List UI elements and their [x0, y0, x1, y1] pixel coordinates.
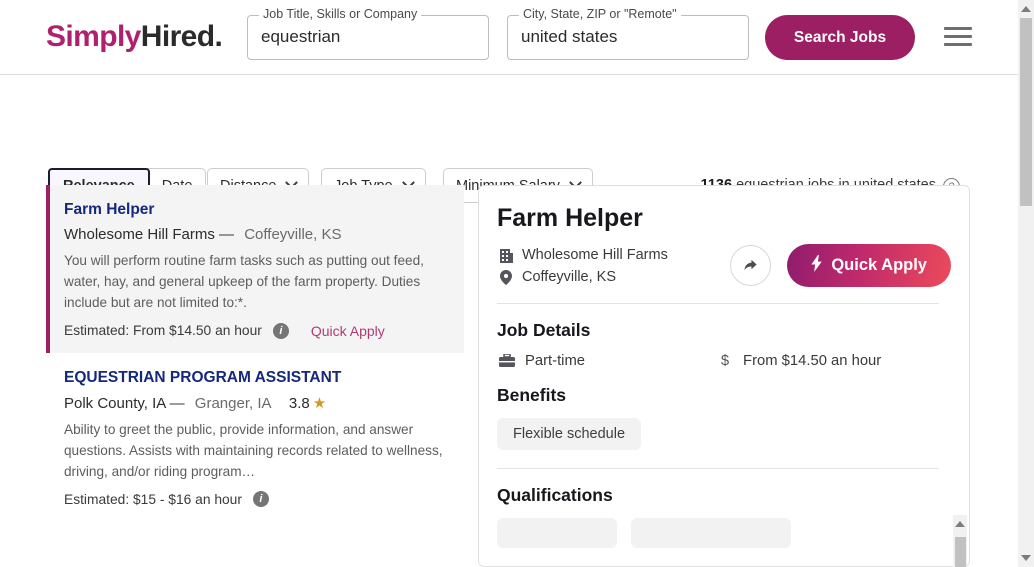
job-company-name[interactable]: Wholesome Hill Farms [64, 226, 215, 243]
job-title-search-input[interactable] [261, 27, 477, 47]
job-detail-content: Farm Helper Wholesome Hill Farms Coffeyv… [479, 186, 969, 553]
main-content: Farm Helper Wholesome Hill Farms — Coffe… [0, 185, 1018, 567]
briefcase-icon [497, 354, 517, 368]
detail-job-title: Farm Helper [497, 204, 643, 232]
scroll-down-arrow-icon[interactable] [1021, 555, 1031, 561]
scroll-up-arrow-icon[interactable] [1021, 6, 1031, 12]
job-details-row: Part-time $ From $14.50 an hour [497, 353, 947, 369]
job-estimated-salary: Estimated: $15 - $16 an hour [64, 491, 242, 507]
job-location: Granger, IA [194, 394, 271, 412]
quick-apply-link[interactable]: Quick Apply [311, 323, 385, 339]
job-type-item: Part-time [497, 353, 585, 369]
job-title-search-field[interactable]: Job Title, Skills or Company [247, 7, 489, 60]
filter-bar: Relevance Date Distance Job Type Minimum… [0, 75, 1018, 251]
job-list-item[interactable]: Farm Helper Wholesome Hill Farms — Coffe… [46, 185, 464, 353]
pay-value: From $14.50 an hour [743, 353, 882, 369]
hamburger-menu-icon[interactable] [944, 27, 972, 47]
dollar-sign-icon: $ [720, 353, 730, 369]
detail-location: Coffeyville, KS [522, 269, 617, 285]
job-title-link[interactable]: Farm Helper [64, 201, 446, 219]
page-scrollbar-thumb[interactable] [1020, 18, 1032, 206]
quick-apply-button[interactable]: Quick Apply [787, 244, 951, 287]
search-jobs-button[interactable]: Search Jobs [765, 15, 915, 60]
quick-apply-button-label: Quick Apply [831, 256, 927, 274]
hamburger-bar [944, 43, 972, 46]
job-estimated-salary: Estimated: From $14.50 an hour [64, 323, 262, 339]
logo-text-simply: Simply [46, 20, 141, 53]
scroll-up-arrow-icon[interactable] [955, 521, 965, 527]
job-snippet: You will perform routine farm tasks such… [64, 253, 424, 311]
qualifications-heading: Qualifications [497, 485, 613, 505]
star-icon: ★ [312, 394, 327, 412]
logo-text-hired: Hired. [140, 20, 223, 53]
building-icon [497, 248, 515, 263]
job-meta-row: Estimated: From $14.50 an hour i Quick A… [64, 322, 446, 339]
map-pin-icon [497, 269, 515, 285]
location-search-label: City, State, ZIP or "Remote" [519, 7, 681, 21]
job-snippet: Ability to greet the public, provide inf… [64, 421, 443, 480]
simplyhired-job-search-page: SimplyHired. Job Title, Skills or Compan… [0, 0, 1034, 567]
job-separator-dash: — [169, 394, 185, 412]
location-search-field[interactable]: City, State, ZIP or "Remote" [507, 7, 749, 60]
job-title-search-label: Job Title, Skills or Company [259, 7, 422, 21]
qualification-tag [631, 518, 792, 548]
detail-company-name[interactable]: Wholesome Hill Farms [522, 247, 668, 263]
pay-item: $ From $14.50 an hour [715, 353, 881, 369]
job-title-link[interactable]: EQUESTRIAN PROGRAM ASSISTANT [64, 369, 446, 387]
job-list-item[interactable]: EQUESTRIAN PROGRAM ASSISTANT Polk County… [46, 352, 464, 522]
salary-info-icon[interactable]: i [272, 322, 289, 339]
site-header: SimplyHired. Job Title, Skills or Compan… [0, 0, 1018, 75]
job-company-location: Wholesome Hill Farms — Coffeyville, KS [64, 226, 446, 243]
detail-scrollbar-thumb[interactable] [955, 537, 966, 567]
job-detail-panel: Farm Helper Wholesome Hill Farms Coffeyv… [478, 185, 970, 567]
qualifications-list [497, 518, 947, 553]
job-type-value: Part-time [525, 353, 586, 369]
job-meta-row: Estimated: $15 - $16 an hour i [64, 491, 446, 508]
detail-divider [497, 468, 939, 469]
share-arrow-icon[interactable] [730, 245, 772, 286]
benefits-heading: Benefits [497, 385, 567, 405]
job-separator-dash: — [219, 226, 235, 243]
job-location: Coffeyville, KS [244, 226, 342, 243]
page-scrollbar[interactable] [1018, 0, 1034, 567]
hamburger-bar [944, 27, 972, 30]
location-search-input[interactable] [521, 27, 737, 47]
salary-info-icon[interactable]: i [252, 491, 269, 508]
job-company-name[interactable]: Polk County, IA [64, 395, 165, 412]
hamburger-bar [944, 35, 972, 38]
detail-panel-scrollbar[interactable] [953, 515, 967, 567]
job-details-heading: Job Details [497, 320, 591, 340]
detail-divider [497, 303, 939, 304]
benefit-tag: Flexible schedule [497, 418, 642, 450]
benefits-list: Flexible schedule [497, 418, 947, 450]
lightning-bolt-icon [811, 255, 823, 276]
job-results-list: Farm Helper Wholesome Hill Farms — Coffe… [46, 185, 464, 522]
job-company-location: Polk County, IA — Granger, IA 3.8 ★ [64, 394, 446, 412]
simplyhired-logo[interactable]: SimplyHired. [46, 20, 223, 54]
detail-action-buttons: Quick Apply [730, 244, 951, 287]
qualification-tag [497, 518, 617, 548]
job-rating: 3.8 [288, 394, 310, 412]
